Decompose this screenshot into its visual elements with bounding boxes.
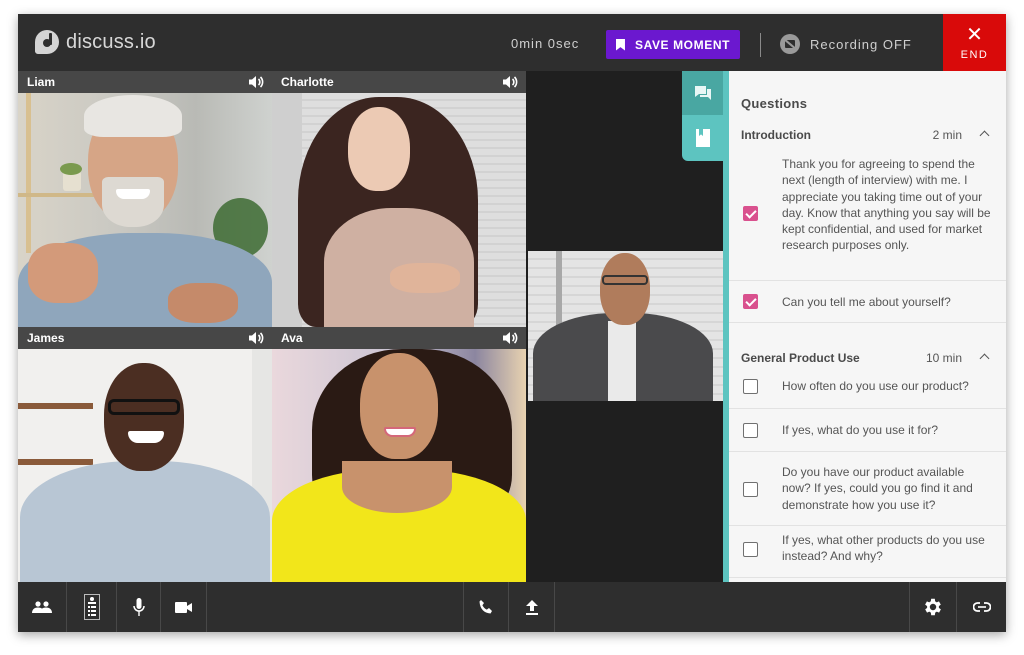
panel-title: Questions xyxy=(741,96,808,111)
discussion-guide-tab[interactable] xyxy=(682,115,723,161)
top-bar: discuss.io 0min 0sec SAVE MOMENT Recordi… xyxy=(18,14,1006,71)
empty-video-slot xyxy=(526,401,723,582)
people-icon xyxy=(32,601,52,613)
save-moment-button[interactable]: SAVE MOMENT xyxy=(606,30,740,59)
link-icon xyxy=(972,602,991,612)
question-text: How often do you use our product? xyxy=(782,379,969,393)
question-item: If yes, what other products do you use i… xyxy=(729,526,1006,578)
end-label: END xyxy=(960,48,989,61)
chevron-up-icon[interactable] xyxy=(979,353,990,364)
question-item: Thank you for agreeing to spend the next… xyxy=(729,151,1006,281)
gear-icon xyxy=(925,598,941,616)
video-feed xyxy=(272,349,526,582)
section-duration: 10 min xyxy=(925,351,962,365)
video-camera-icon xyxy=(175,601,192,613)
camera-button[interactable] xyxy=(161,582,207,632)
brand-name: discuss.io xyxy=(66,30,156,53)
logo: discuss.io xyxy=(35,30,156,54)
tile-name-bar: Liam xyxy=(18,71,272,93)
section-name: Introduction xyxy=(741,128,811,142)
question-text: Do you have our product available now? I… xyxy=(782,465,973,512)
bookmark-icon xyxy=(615,38,625,51)
bottom-toolbar xyxy=(18,582,1006,632)
question-text: If yes, what other products do you use i… xyxy=(782,533,985,564)
recording-status: Recording OFF xyxy=(810,37,912,52)
participant-name: Charlotte xyxy=(281,75,334,89)
question-item: If yes, what do you use it for? xyxy=(729,409,1006,452)
video-tile-james[interactable]: James xyxy=(18,327,272,582)
save-moment-label: SAVE MOMENT xyxy=(634,37,731,52)
upload-icon xyxy=(525,599,538,615)
question-checkbox[interactable] xyxy=(743,206,758,221)
participant-name: James xyxy=(27,331,65,345)
bookmark-book-icon xyxy=(695,129,710,147)
question-checkbox[interactable] xyxy=(743,542,758,557)
video-tile-charlotte[interactable]: Charlotte xyxy=(272,71,526,327)
tile-name-bar: Charlotte xyxy=(272,71,526,93)
chevron-up-icon[interactable] xyxy=(979,130,990,141)
question-text: If yes, what do you use it for? xyxy=(782,423,939,437)
question-item: Do you have our product available now? I… xyxy=(729,452,1006,526)
tile-name-bar: Ava xyxy=(272,327,526,349)
close-icon: ✕ xyxy=(966,23,983,46)
chat-tab[interactable] xyxy=(682,71,723,115)
microphone-icon xyxy=(132,598,145,616)
question-checkbox[interactable] xyxy=(743,423,758,438)
video-feed xyxy=(528,251,723,401)
end-call-button[interactable]: ✕ END xyxy=(943,14,1006,71)
question-text: Thank you for agreeing to spend the next… xyxy=(782,157,991,253)
contact-list-icon xyxy=(83,594,100,620)
discuss-logo-icon xyxy=(35,30,59,54)
question-checkbox[interactable] xyxy=(743,482,758,497)
divider xyxy=(760,33,761,57)
session-timer: 0min 0sec xyxy=(511,36,580,51)
video-tile-ava[interactable]: Ava xyxy=(272,327,526,582)
tile-name-bar: James xyxy=(18,327,272,349)
video-feed xyxy=(18,93,272,327)
participant-name: Ava xyxy=(281,331,303,345)
self-view-tile[interactable] xyxy=(528,251,723,401)
section-name: General Product Use xyxy=(741,351,860,365)
upload-button[interactable] xyxy=(509,582,555,632)
speaker-icon[interactable] xyxy=(248,75,264,89)
video-feed xyxy=(272,93,526,327)
speaker-icon[interactable] xyxy=(248,331,264,345)
question-checkbox[interactable] xyxy=(743,379,758,394)
question-item: How often do you use our product? xyxy=(729,367,1006,409)
speaker-icon[interactable] xyxy=(502,331,518,345)
copy-link-button[interactable] xyxy=(957,582,1006,632)
question-item: Can you tell me about yourself? xyxy=(729,281,1006,323)
side-tabs xyxy=(682,71,723,161)
video-tile-liam[interactable]: Liam xyxy=(18,71,272,327)
phone-button[interactable] xyxy=(463,582,509,632)
section-header-introduction[interactable]: Introduction 2 min xyxy=(741,128,996,146)
settings-button[interactable] xyxy=(909,582,957,632)
video-interview-app: discuss.io 0min 0sec SAVE MOMENT Recordi… xyxy=(18,14,1006,632)
question-checkbox[interactable] xyxy=(743,294,758,309)
video-feed xyxy=(18,349,272,582)
questions-panel: Questions Introduction 2 min Thank you f… xyxy=(729,71,1006,582)
participant-info-button[interactable] xyxy=(67,582,117,632)
speaker-icon[interactable] xyxy=(502,75,518,89)
phone-icon xyxy=(479,600,492,614)
question-text: Can you tell me about yourself? xyxy=(782,295,951,309)
participant-name: Liam xyxy=(27,75,56,89)
microphone-button[interactable] xyxy=(117,582,161,632)
participants-button[interactable] xyxy=(18,582,67,632)
chat-bubbles-icon xyxy=(694,86,711,100)
section-duration: 2 min xyxy=(932,128,962,142)
recording-off-icon[interactable] xyxy=(780,34,800,54)
